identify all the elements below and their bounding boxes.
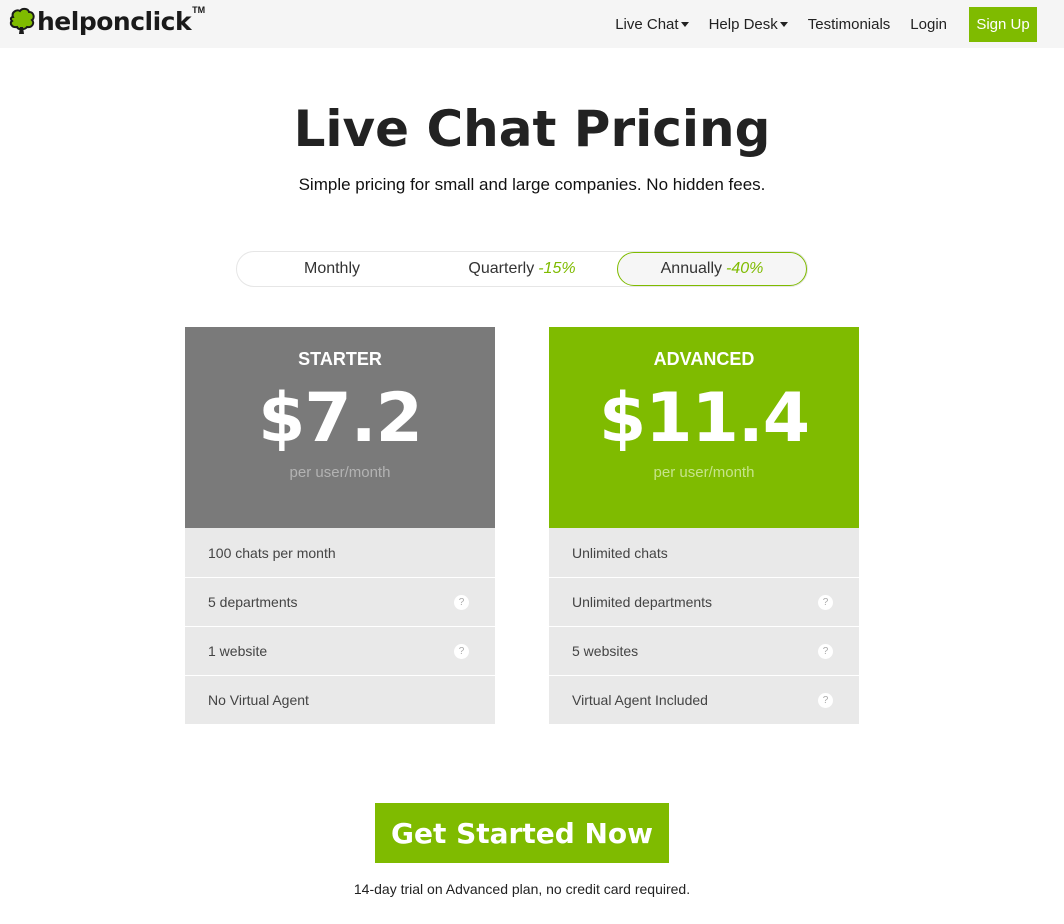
nav-help-desk[interactable]: Help Desk (709, 16, 788, 33)
feature-text: Unlimited departments (572, 594, 713, 610)
plan-feature-row: No Virtual Agent (185, 675, 495, 724)
nav-live-chat[interactable]: Live Chat (615, 15, 689, 33)
billing-option-label: Quarterly (468, 260, 535, 277)
feature-text: 5 departments (208, 594, 298, 610)
billing-option-annually[interactable]: Annually -40% (617, 252, 807, 286)
plan-feature-row: 5 websites ? (549, 626, 859, 675)
feature-text: 5 websites (572, 643, 639, 659)
billing-option-monthly[interactable]: Monthly (237, 252, 427, 286)
plan-feature-row: Unlimited chats (549, 528, 859, 577)
brand-logo[interactable]: helponclick TM (8, 4, 205, 38)
nav-login[interactable]: Login (910, 16, 947, 33)
plan-price: $11.4 (598, 379, 810, 458)
plan-card-starter: STARTER $7.2 per user/month 100 chats pe… (185, 327, 495, 724)
help-icon[interactable]: ? (454, 644, 469, 659)
plan-price-unit: per user/month (653, 464, 755, 481)
plan-name: STARTER (298, 349, 382, 369)
caret-down-icon (680, 21, 689, 27)
plan-feature-row: 100 chats per month (185, 528, 495, 577)
brand-name: helponclick (37, 6, 192, 36)
page-title: Live Chat Pricing (293, 100, 771, 158)
plan-feature-row: 1 website ? (185, 626, 495, 675)
caret-down-icon (779, 21, 788, 27)
billing-period-toggle: Monthly Quarterly -15% Annually -40% (236, 251, 808, 287)
trial-note: 14-day trial on Advanced plan, no credit… (353, 881, 691, 897)
plan-features: Unlimited chats Unlimited departments ? … (549, 528, 859, 724)
feature-text: 1 website (208, 643, 268, 659)
plan-header: ADVANCED $11.4 per user/month (549, 327, 859, 528)
discount-badge: -40% (726, 260, 764, 277)
discount-badge: -15% (538, 260, 576, 277)
plan-price: $7.2 (258, 379, 423, 458)
tree-icon (9, 7, 35, 34)
help-icon[interactable]: ? (818, 693, 833, 708)
signup-button[interactable]: Sign Up (969, 6, 1037, 42)
billing-option-quarterly[interactable]: Quarterly -15% (427, 252, 617, 286)
billing-option-label: Annually (660, 260, 722, 277)
nav-testimonials[interactable]: Testimonials (808, 16, 891, 33)
nav-live-chat-label: Live Chat (615, 15, 679, 33)
help-icon[interactable]: ? (454, 595, 469, 610)
plan-features: 100 chats per month 5 departments ? 1 we… (185, 528, 495, 724)
plan-feature-row: 5 departments ? (185, 577, 495, 626)
top-navbar: helponclick TM Live Chat Help Desk Testi… (0, 0, 1064, 48)
get-started-button[interactable]: Get Started Now (375, 803, 669, 863)
feature-text: 100 chats per month (208, 544, 336, 561)
plan-card-advanced: ADVANCED $11.4 per user/month Unlimited … (549, 327, 859, 724)
page-subtitle: Simple pricing for small and large compa… (298, 175, 766, 194)
help-icon[interactable]: ? (818, 644, 833, 659)
plan-feature-row: Unlimited departments ? (549, 577, 859, 626)
help-icon[interactable]: ? (818, 595, 833, 610)
feature-text: Virtual Agent Included (572, 692, 708, 708)
plan-name: ADVANCED (653, 349, 755, 369)
billing-option-label: Monthly (303, 260, 361, 277)
trademark: TM (192, 5, 206, 15)
plan-feature-row: Virtual Agent Included ? (549, 675, 859, 724)
main-nav: Live Chat Help Desk Testimonials Login S… (615, 0, 1064, 48)
nav-help-desk-label: Help Desk (708, 15, 778, 33)
feature-text: No Virtual Agent (208, 692, 309, 708)
plan-header: STARTER $7.2 per user/month (185, 327, 495, 528)
feature-text: Unlimited chats (572, 544, 668, 561)
plan-price-unit: per user/month (289, 464, 391, 481)
